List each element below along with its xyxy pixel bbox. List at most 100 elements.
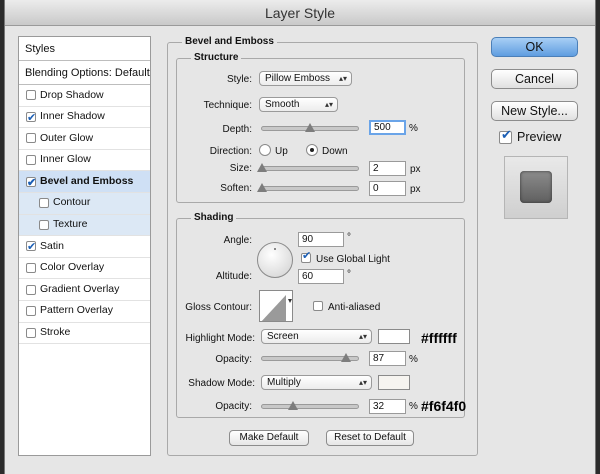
preview-thumbnail: [504, 156, 568, 219]
angle-label: Angle:: [223, 235, 252, 246]
technique-select[interactable]: Smooth ▴▾: [259, 97, 338, 112]
style-item-label: Inner Glow: [40, 153, 91, 166]
new-style-button[interactable]: New Style...: [491, 101, 578, 121]
soften-input[interactable]: 0: [369, 181, 406, 196]
shadow-opacity-slider[interactable]: [261, 401, 359, 410]
shadow-color-swatch[interactable]: [378, 375, 410, 390]
direction-down-radio[interactable]: [306, 144, 318, 156]
highlight-mode-select[interactable]: Screen ▴▾: [261, 329, 372, 344]
styles-header[interactable]: Styles: [19, 37, 150, 61]
reset-to-default-button[interactable]: Reset to Default: [326, 430, 414, 446]
style-item-checkbox[interactable]: [39, 219, 49, 230]
ok-button[interactable]: OK: [491, 37, 578, 57]
highlight-opacity-label: Opacity:: [215, 354, 252, 365]
use-global-light-checkbox[interactable]: ✔: [301, 250, 311, 263]
style-item-inner-glow[interactable]: Inner Glow: [19, 150, 150, 172]
angle-dial[interactable]: [257, 242, 293, 278]
style-item-contour[interactable]: Contour: [19, 192, 150, 215]
style-item-checkbox[interactable]: [26, 90, 36, 101]
shadow-opacity-thumb[interactable]: [287, 401, 298, 410]
style-item-drop-shadow[interactable]: Drop Shadow: [19, 85, 150, 107]
direction-down-label: Down: [322, 146, 348, 157]
style-item-label: Gradient Overlay: [40, 282, 120, 295]
style-item-label: Pattern Overlay: [40, 304, 113, 317]
check-icon: ✔: [501, 127, 512, 142]
highlight-hex-annotation: #ffffff: [421, 330, 457, 346]
soften-slider[interactable]: [257, 183, 359, 192]
highlight-opacity-slider[interactable]: [261, 353, 359, 362]
contour-curve-icon: [261, 295, 292, 321]
style-item-label: Bevel and Emboss: [40, 174, 134, 187]
style-item-checkbox[interactable]: [39, 198, 49, 209]
highlight-color-swatch[interactable]: [378, 329, 410, 344]
style-item-texture[interactable]: Texture: [19, 214, 150, 237]
style-item-checkbox[interactable]: [26, 284, 36, 295]
shadow-mode-value: Multiply: [267, 377, 301, 388]
angle-unit: °: [347, 232, 351, 243]
highlight-opacity-input[interactable]: 87: [369, 351, 406, 366]
shadow-opacity-label: Opacity:: [215, 401, 252, 412]
style-item-label: Drop Shadow: [40, 88, 104, 101]
shadow-hex-annotation: #f6f4f0: [421, 398, 467, 414]
style-item-checkbox[interactable]: [26, 108, 36, 129]
angle-dial-marker: [274, 248, 276, 250]
anti-aliased-label: Anti-aliased: [328, 302, 381, 313]
depth-label: Depth:: [222, 124, 252, 135]
altitude-label: Altitude:: [215, 271, 252, 282]
soften-slider-thumb[interactable]: [257, 183, 267, 192]
anti-aliased-checkbox[interactable]: [313, 301, 323, 311]
style-item-label: Texture: [53, 218, 88, 231]
bevel-emboss-title: Bevel and Emboss: [182, 36, 277, 47]
size-slider[interactable]: [257, 163, 359, 172]
style-item-checkbox[interactable]: [26, 133, 36, 144]
direction-up-label: Up: [275, 146, 288, 157]
style-item-label: Inner Shadow: [40, 110, 105, 123]
shadow-mode-select[interactable]: Multiply ▴▾: [261, 375, 372, 390]
preview-swatch: [520, 171, 552, 203]
style-item-pattern-overlay[interactable]: Pattern Overlay: [19, 301, 150, 323]
gloss-contour-picker[interactable]: [259, 290, 293, 322]
blending-options-item[interactable]: Blending Options: Default: [19, 61, 150, 85]
style-item-inner-shadow[interactable]: Inner Shadow: [19, 107, 150, 129]
cancel-button[interactable]: Cancel: [491, 69, 578, 89]
depth-slider-thumb[interactable]: [305, 123, 315, 132]
depth-unit: %: [409, 123, 418, 134]
style-item-checkbox[interactable]: [26, 263, 36, 274]
make-default-button[interactable]: Make Default: [229, 430, 309, 446]
style-item-checkbox[interactable]: [26, 173, 36, 194]
style-item-outer-glow[interactable]: Outer Glow: [19, 128, 150, 150]
style-item-bevel-and-emboss[interactable]: Bevel and Emboss: [19, 171, 150, 194]
depth-input[interactable]: 500: [369, 120, 406, 135]
direction-up-radio[interactable]: [259, 144, 271, 156]
style-item-label: Satin: [40, 239, 64, 252]
depth-slider[interactable]: [261, 123, 359, 132]
updown-icon: ▴▾: [358, 332, 367, 341]
style-item-gradient-overlay[interactable]: Gradient Overlay: [19, 279, 150, 301]
style-item-checkbox[interactable]: [26, 155, 36, 166]
highlight-opacity-thumb[interactable]: [340, 353, 351, 362]
soften-label: Soften:: [220, 183, 252, 194]
size-slider-thumb[interactable]: [257, 163, 267, 172]
preview-checkbox[interactable]: ✔: [499, 127, 512, 144]
style-select[interactable]: Pillow Emboss ▴▾: [259, 71, 352, 86]
use-global-light-label: Use Global Light: [316, 254, 390, 265]
shadow-mode-label: Shadow Mode:: [188, 378, 255, 389]
check-icon: ✔: [302, 250, 312, 262]
gloss-contour-label: Gloss Contour:: [185, 302, 252, 313]
technique-label: Technique:: [203, 100, 252, 111]
style-item-checkbox[interactable]: [26, 327, 36, 338]
style-item-checkbox[interactable]: [26, 306, 36, 317]
highlight-mode-label: Highlight Mode:: [185, 333, 255, 344]
altitude-input[interactable]: 60: [298, 269, 344, 284]
highlight-mode-value: Screen: [267, 331, 299, 342]
style-item-color-overlay[interactable]: Color Overlay: [19, 258, 150, 280]
size-input[interactable]: 2: [369, 161, 406, 176]
style-item-checkbox[interactable]: [26, 237, 36, 259]
style-item-stroke[interactable]: Stroke: [19, 323, 150, 345]
shadow-opacity-input[interactable]: 32: [369, 399, 406, 414]
style-item-satin[interactable]: Satin: [19, 236, 150, 259]
updown-icon: ▴▾: [324, 100, 333, 109]
soften-unit: px: [410, 184, 421, 195]
structure-title: Structure: [191, 52, 242, 63]
angle-input[interactable]: 90: [298, 232, 344, 247]
